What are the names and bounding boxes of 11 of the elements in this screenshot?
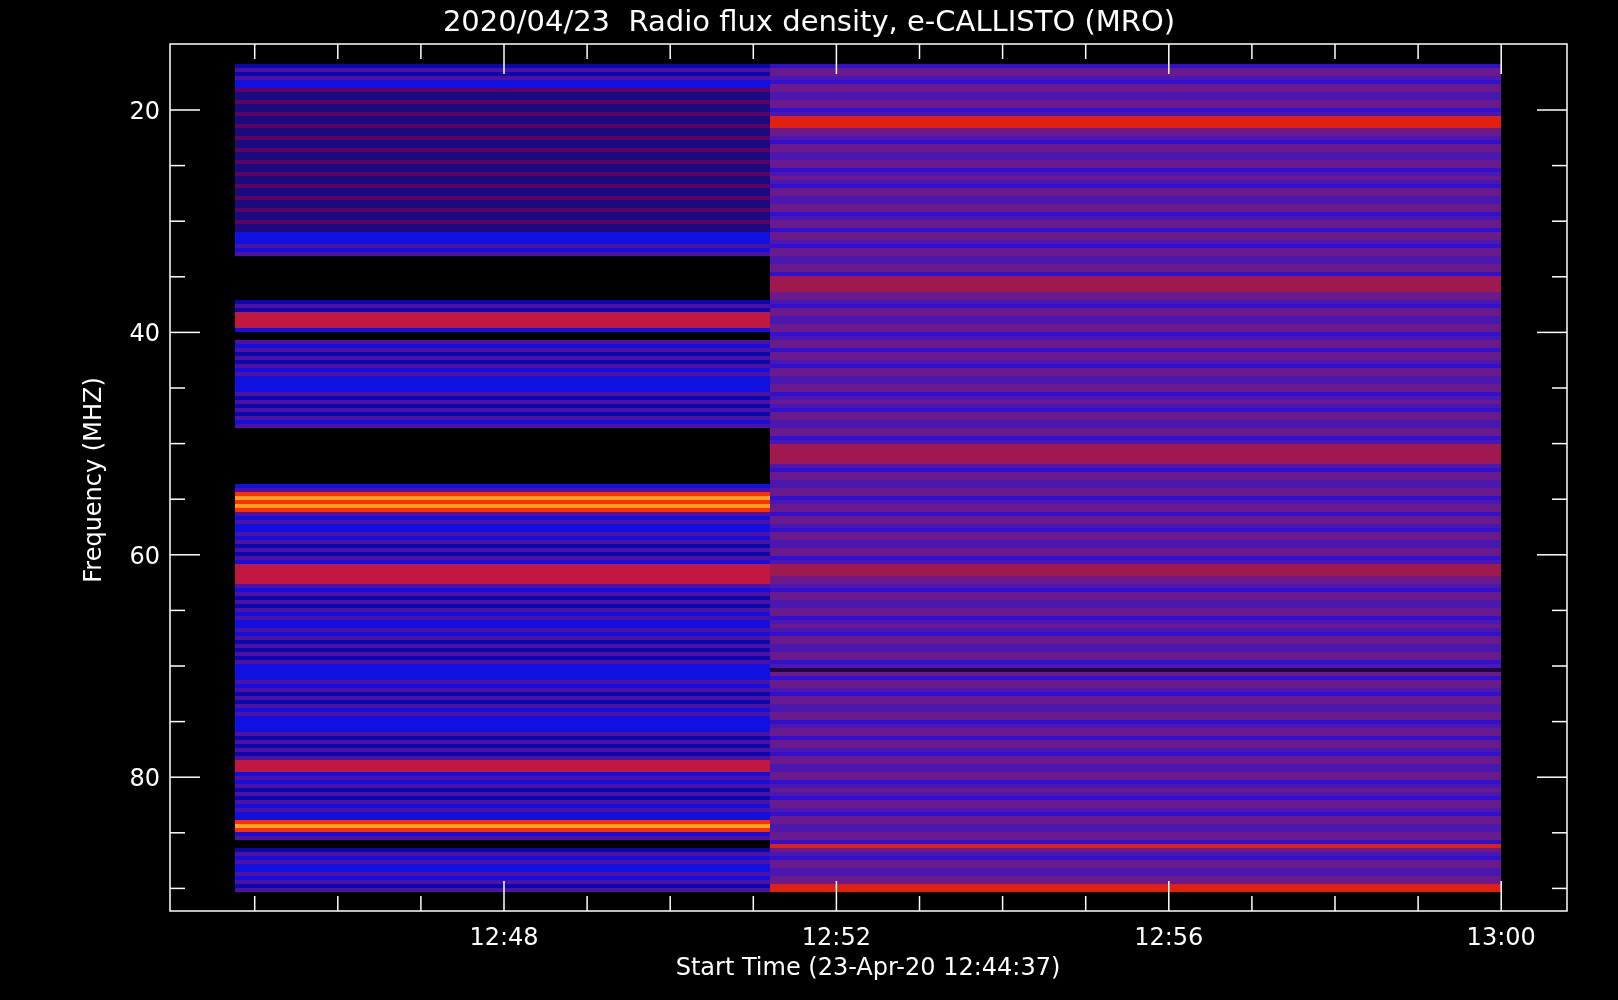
- x-tick-label: 13:00: [1466, 923, 1536, 951]
- y-tick-label: 60: [129, 541, 160, 570]
- plot-title: 2020/04/23 Radio flux density, e-CALLISTO (MRO): [442, 4, 1176, 38]
- x-tick-label: 12:52: [801, 923, 871, 951]
- y-tick-label: 40: [129, 319, 160, 348]
- y-tick-label: 20: [129, 97, 160, 125]
- y-axis-label: Frequency (MHZ): [79, 377, 107, 583]
- x-axis-label: Start Time (23-Apr-20 12:44:37): [675, 953, 1061, 981]
- y-tick-label: 80: [129, 764, 160, 793]
- x-tick-label: 12:48: [469, 923, 539, 951]
- x-tick-label: 12:56: [1134, 923, 1204, 951]
